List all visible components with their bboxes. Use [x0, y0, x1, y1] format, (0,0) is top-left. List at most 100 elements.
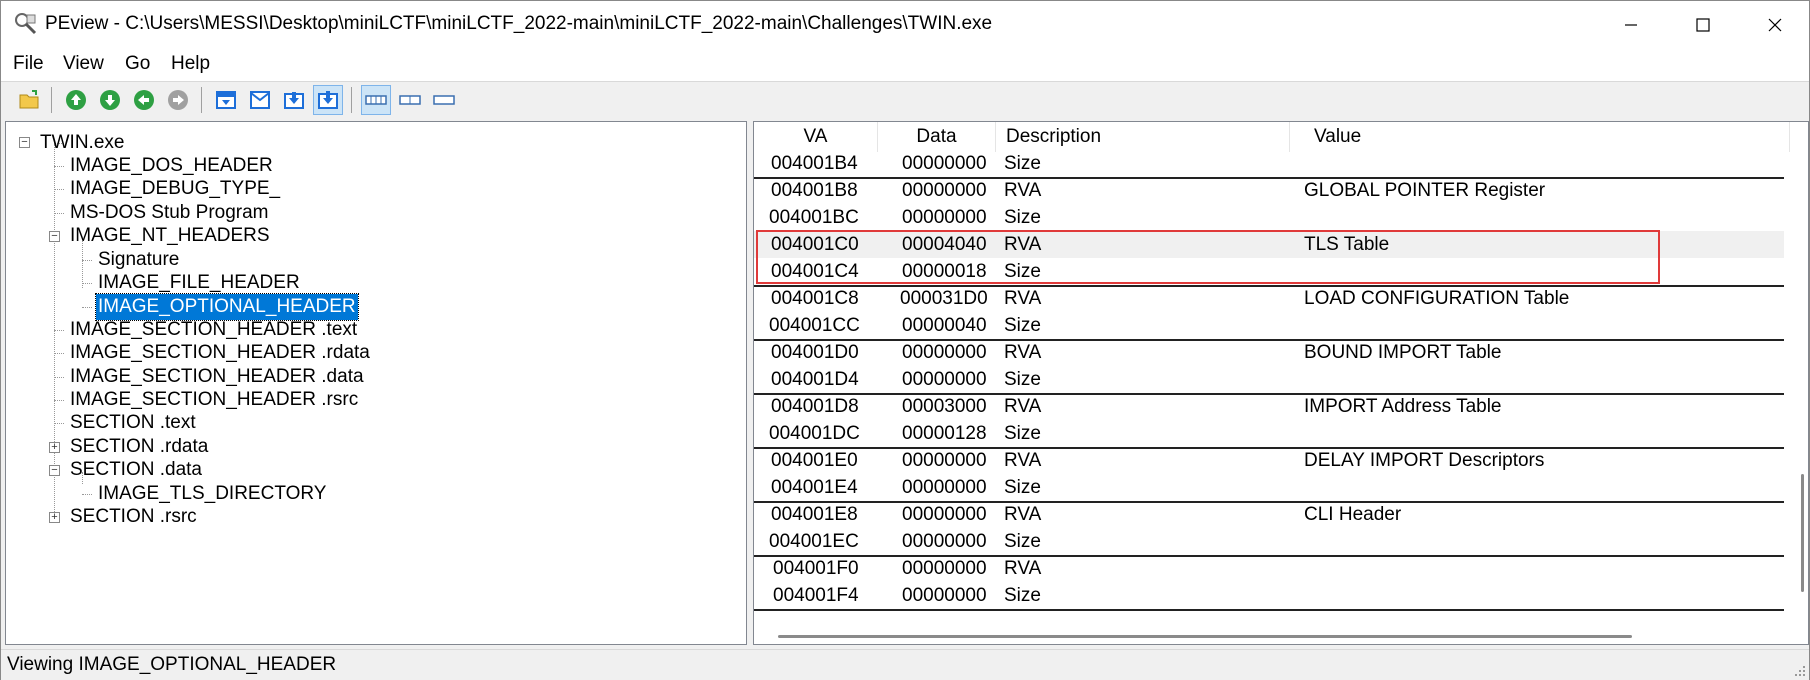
cell-va: 004001C4 [771, 261, 859, 282]
tree-connector [54, 166, 64, 167]
cell-data: 00000000 [902, 450, 987, 471]
tree-node[interactable]: IMAGE_FILE_HEADER [96, 270, 302, 296]
cell-data: 00000000 [902, 504, 987, 525]
tree-connector [82, 494, 92, 495]
cell-va: 004001D0 [771, 342, 859, 363]
magnifier-icon [15, 13, 37, 35]
table-row[interactable]: 004001C0 00004040 RVA TLS Table [754, 231, 1784, 258]
expand-toggle[interactable]: + [49, 442, 60, 453]
cell-description: RVA [1004, 288, 1042, 309]
cell-description: Size [1004, 315, 1041, 336]
cell-data: 00000018 [902, 261, 987, 282]
table-row[interactable]: 004001BC 00000000 Size [754, 204, 1784, 233]
expand-toggle[interactable]: + [49, 512, 60, 523]
go-back-button[interactable] [129, 85, 159, 115]
view-down-icon [284, 92, 304, 109]
table-row[interactable]: 004001E8 00000000 RVA CLI Header [754, 501, 1784, 528]
cell-data: 00000000 [902, 585, 987, 606]
horizontal-scrollbar[interactable] [754, 630, 1794, 644]
view-down-pressed-button[interactable] [313, 85, 343, 115]
go-down-button[interactable] [95, 85, 125, 115]
cell-data: 00000000 [902, 342, 987, 363]
cell-description: RVA [1004, 504, 1042, 525]
table-row[interactable]: 004001D0 00000000 RVA BOUND IMPORT Table [754, 339, 1784, 366]
cell-data: 00000000 [902, 207, 987, 228]
tree-node[interactable]: SECTION .rsrc [68, 504, 199, 530]
view-header-down-button[interactable] [211, 85, 241, 115]
cell-description: RVA [1004, 342, 1042, 363]
maximize-button[interactable] [1667, 1, 1739, 49]
table-row[interactable]: 004001B8 00000000 RVA GLOBAL POINTER Reg… [754, 177, 1784, 204]
column-header-description[interactable]: Description [996, 122, 1290, 152]
collapse-toggle[interactable]: − [49, 231, 60, 242]
cell-value: BOUND IMPORT Table [1304, 342, 1502, 363]
cell-data: 00000128 [902, 423, 987, 444]
table-row[interactable]: 004001C4 00000018 Size [754, 258, 1784, 287]
go-forward-button[interactable] [163, 85, 193, 115]
column-header-value[interactable]: Value [1290, 122, 1790, 152]
status-text: Viewing IMAGE_OPTIONAL_HEADER [7, 654, 337, 675]
vertical-scrollbar[interactable] [1794, 122, 1808, 644]
table-row[interactable]: 004001F4 00000000 Size [754, 582, 1784, 611]
cell-data: 00000040 [902, 315, 987, 336]
tree-node[interactable]: IMAGE_DEBUG_TYPE_ [68, 176, 282, 202]
cell-description: RVA [1004, 180, 1042, 201]
tree-node[interactable]: SECTION .text [68, 410, 198, 436]
cell-value: TLS Table [1304, 234, 1390, 255]
cell-description: RVA [1004, 558, 1042, 579]
table-row[interactable]: 004001E0 00000000 RVA DELAY IMPORT Descr… [754, 447, 1784, 474]
cell-value: DELAY IMPORT Descriptors [1304, 450, 1545, 471]
cell-description: Size [1004, 261, 1041, 282]
menu-view[interactable]: View [61, 53, 106, 75]
menu-go[interactable]: Go [123, 53, 152, 75]
down-arrow-icon [100, 90, 120, 110]
open-button[interactable] [15, 85, 45, 115]
view-split-button[interactable] [395, 85, 425, 115]
view-single-button[interactable] [429, 85, 459, 115]
view-header-icon [250, 91, 270, 109]
table-row[interactable]: 004001D4 00000000 Size [754, 366, 1784, 395]
horizontal-scrollbar-thumb[interactable] [778, 635, 1632, 638]
table-row[interactable]: 004001B4 00000000 Size [754, 150, 1784, 179]
cell-value: IMPORT Address Table [1304, 396, 1502, 417]
tree-connector [82, 283, 92, 284]
collapse-toggle[interactable]: − [49, 465, 60, 476]
minimize-button[interactable] [1595, 1, 1667, 49]
vertical-scrollbar-thumb[interactable] [1801, 474, 1804, 592]
tree-view[interactable]: − − + − + TWIN.exe IMAGE_DOS_HEADER IMAG… [5, 121, 747, 645]
view-down-pressed-icon [318, 91, 338, 109]
table-row[interactable]: 004001D8 00003000 RVA IMPORT Address Tab… [754, 393, 1784, 420]
cell-value: GLOBAL POINTER Register [1304, 180, 1546, 201]
cell-data: 00003000 [902, 396, 987, 417]
title-bar[interactable]: PEview - C:\Users\MESSI\Desktop\miniLCTF… [1, 1, 1809, 49]
table-row[interactable]: 004001CC 00000040 Size [754, 312, 1784, 341]
collapse-toggle[interactable]: − [19, 137, 30, 148]
up-arrow-icon [66, 90, 86, 110]
minimize-icon [1625, 24, 1637, 26]
close-button[interactable] [1739, 1, 1810, 49]
cell-data: 00000000 [902, 558, 987, 579]
view-header-button[interactable] [245, 85, 275, 115]
view-hex-button[interactable] [361, 85, 391, 115]
tree-node[interactable]: IMAGE_SECTION_HEADER .rdata [68, 340, 372, 366]
menu-help[interactable]: Help [169, 53, 212, 75]
data-list-view[interactable]: VA Data Description Value 004001B4 00000… [753, 121, 1809, 645]
resize-grip-icon[interactable] [1793, 664, 1807, 678]
column-header-va[interactable]: VA [754, 122, 878, 152]
tree-node[interactable]: SECTION .data [68, 457, 204, 483]
cell-va: 004001B4 [771, 153, 858, 174]
menu-file[interactable]: File [11, 53, 46, 75]
view-hex-icon [365, 95, 387, 105]
table-row[interactable]: 004001DC 00000128 Size [754, 420, 1784, 449]
tree-node[interactable]: IMAGE_NT_HEADERS [68, 223, 272, 249]
go-up-button[interactable] [61, 85, 91, 115]
cell-va: 004001B8 [771, 180, 858, 201]
table-row[interactable]: 004001F0 00000000 RVA [754, 555, 1784, 582]
table-row[interactable]: 004001E4 00000000 Size [754, 474, 1784, 503]
table-row[interactable]: 004001C8 000031D0 RVA LOAD CONFIGURATION… [754, 285, 1784, 312]
view-down-button[interactable] [279, 85, 309, 115]
tree-connector [54, 353, 64, 354]
column-header-data[interactable]: Data [878, 122, 996, 152]
cell-data: 00000000 [902, 153, 987, 174]
table-row[interactable]: 004001EC 00000000 Size [754, 528, 1784, 557]
